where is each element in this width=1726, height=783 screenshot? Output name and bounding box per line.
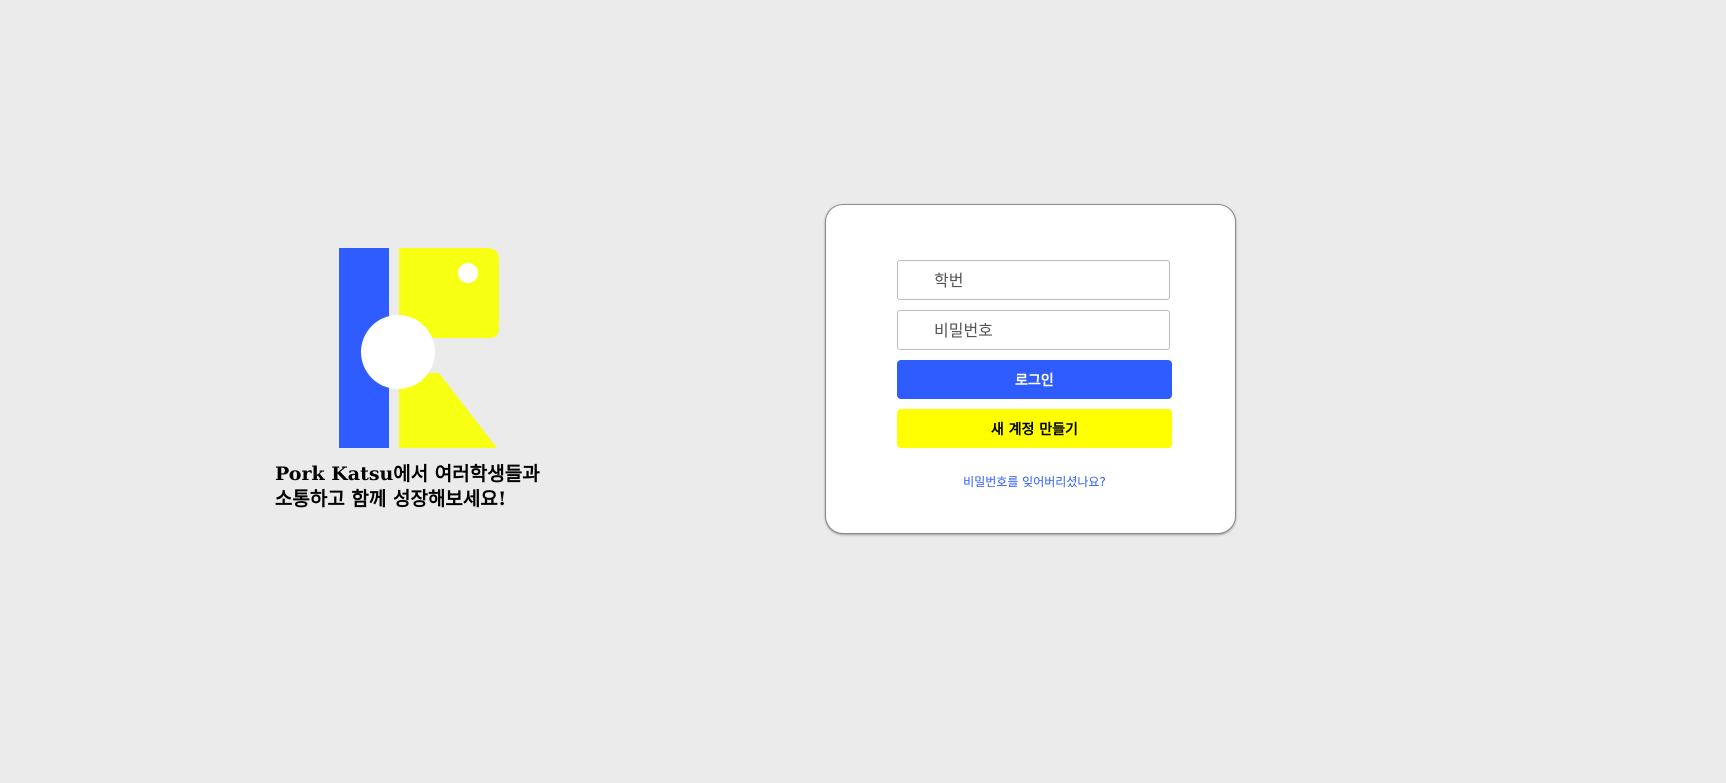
logo-white-circle (361, 315, 435, 389)
student-id-input[interactable] (897, 260, 1170, 300)
create-account-button[interactable]: 새 계정 만들기 (897, 409, 1172, 448)
password-input[interactable] (897, 310, 1170, 350)
brand-tagline: Pork Katsu에서 여러학생들과 소통하고 함께 성장해보세요! (275, 463, 540, 510)
login-button[interactable]: 로그인 (897, 360, 1172, 399)
pork-katsu-logo (339, 248, 499, 448)
logo-eye-dot (458, 263, 478, 283)
forgot-password-link[interactable]: 비밀번호를 잊어버리셨나요? (897, 473, 1172, 490)
login-card: 로그인 새 계정 만들기 비밀번호를 잊어버리셨나요? (825, 204, 1236, 534)
login-page: Pork Katsu에서 여러학생들과 소통하고 함께 성장해보세요! 로그인 … (0, 0, 1726, 783)
